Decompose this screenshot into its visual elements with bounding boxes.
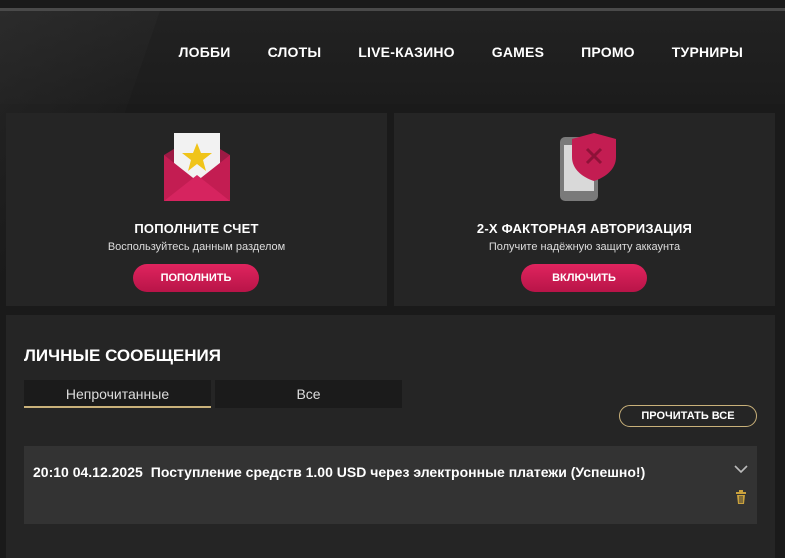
phone-shield-icon xyxy=(559,133,616,201)
message-timestamp: 20:10 04.12.2025 xyxy=(33,464,143,480)
nav-tournaments[interactable]: ТУРНИРЫ xyxy=(672,44,743,60)
deposit-card: ПОПОЛНИТЕ СЧЕТ Воспользуйтесь данным раз… xyxy=(6,113,387,306)
enable-2fa-button[interactable]: ВКЛЮЧИТЬ xyxy=(521,264,647,292)
read-all-button[interactable]: ПРОЧИТАТЬ ВСЕ xyxy=(619,405,757,427)
message-text: Поступление средств 1.00 USD через элект… xyxy=(150,464,646,480)
nav-slots[interactable]: СЛОТЫ xyxy=(268,44,322,60)
nav-lobby[interactable]: ЛОББИ xyxy=(179,44,231,60)
nav-live-casino[interactable]: LIVE-КАЗИНО xyxy=(358,44,454,60)
tab-all[interactable]: Все xyxy=(215,380,402,408)
deposit-subtitle: Воспользуйтесь данным разделом xyxy=(107,241,286,253)
two-factor-card: 2-Х ФАКТОРНАЯ АВТОРИЗАЦИЯ Получите надёж… xyxy=(394,113,775,306)
two-factor-subtitle: Получите надёжную защиту аккаунта xyxy=(488,241,681,253)
tab-unread[interactable]: Непрочитанные xyxy=(24,380,211,408)
trash-icon[interactable] xyxy=(735,490,747,504)
nav-promo[interactable]: ПРОМО xyxy=(581,44,635,60)
two-factor-title: 2-Х ФАКТОРНАЯ АВТОРИЗАЦИЯ xyxy=(476,221,693,236)
chevron-down-icon[interactable] xyxy=(733,464,749,474)
message-tabs: Непрочитанные Все xyxy=(24,380,402,408)
deposit-button[interactable]: ПОПОЛНИТЬ xyxy=(133,264,259,292)
messages-title: ЛИЧНЫЕ СООБЩЕНИЯ xyxy=(24,346,221,365)
message-content: 20:10 04.12.2025 Поступление средств 1.00… xyxy=(33,464,645,480)
nav-games[interactable]: GAMES xyxy=(492,44,544,60)
deposit-title: ПОПОЛНИТЕ СЧЕТ xyxy=(134,221,259,236)
message-item[interactable]: 20:10 04.12.2025 Поступление средств 1.00… xyxy=(24,446,757,524)
envelope-star-icon xyxy=(163,133,230,201)
main-nav: ЛОББИ СЛОТЫ LIVE-КАЗИНО GAMES ПРОМО ТУРН… xyxy=(142,44,743,60)
messages-panel: ЛИЧНЫЕ СООБЩЕНИЯ Непрочитанные Все ПРОЧИ… xyxy=(6,315,775,558)
